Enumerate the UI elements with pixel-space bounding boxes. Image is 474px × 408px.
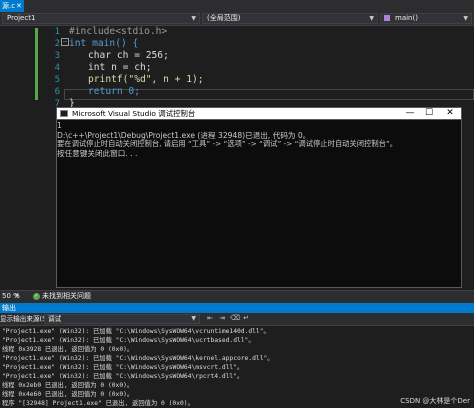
checkmark-icon: ✓ <box>33 293 40 300</box>
output-panel-title: 输出 <box>2 304 16 312</box>
close-tab-icon[interactable]: ✕ <box>16 0 22 12</box>
code-line: int n = ch; <box>88 62 152 73</box>
scope-label: (全局范围) <box>207 14 241 22</box>
output-line: "Project1.exe" (Win32): 已加载 "C:\Windows\… <box>2 328 270 335</box>
output-line: 线程 0x2eb0 已退出, 返回值为 0 (0x0)。 <box>2 382 134 389</box>
output-line: "Project1.exe" (Win32): 已加载 "C:\Windows\… <box>2 355 274 362</box>
line-number: 5 <box>54 75 60 85</box>
line-number: 1 <box>54 27 60 37</box>
function-dropdown[interactable]: main() ▼ <box>380 13 472 24</box>
code-line-text: int n = ch; <box>88 62 152 73</box>
output-line: "Project1.exe" (Win32): 已加载 "C:\Windows\… <box>2 373 244 380</box>
code-line-text: int main() { <box>69 38 139 49</box>
previous-message-icon[interactable]: ⇥ <box>218 315 226 322</box>
output-line: "Project1.exe" (Win32): 已加载 "C:\Windows\… <box>2 337 255 344</box>
collapse-icon[interactable]: − <box>61 38 69 46</box>
output-line: 程序 "[32948] Project1.exe" 已退出, 返回值为 0 (0… <box>2 400 194 407</box>
clear-all-icon[interactable]: ⌫ <box>230 315 240 322</box>
maximize-icon[interactable]: ☐ <box>421 107 437 120</box>
code-line: char ch = 256; <box>88 50 169 61</box>
output-line: 线程 0x4e60 已退出, 返回值为 0 (0x0)。 <box>2 391 134 398</box>
close-icon[interactable]: ✕ <box>442 107 458 120</box>
output-panel-header <box>0 303 474 313</box>
output-source-value: 调试 <box>48 315 62 323</box>
chevron-down-icon: ▼ <box>369 15 374 22</box>
document-tab-strip <box>0 0 474 12</box>
console-title: Microsoft Visual Studio 调试控制台 <box>72 109 196 118</box>
tab-label: 源.c <box>2 2 16 10</box>
code-line-text: printf("%d", n + 1); <box>88 74 204 85</box>
code-line-text: return 0; <box>88 86 140 97</box>
find-message-icon[interactable]: ⇤ <box>206 315 214 322</box>
project-label: Project1 <box>7 14 36 22</box>
output-line: 线程 0x3928 已退出, 返回值为 0 (0x0)。 <box>2 346 134 353</box>
minimize-icon[interactable]: — <box>402 107 418 120</box>
chevron-down-icon: ▼ <box>191 15 196 22</box>
chevron-down-icon: ▼ <box>463 15 468 22</box>
chevron-down-icon: ▼ <box>191 315 196 322</box>
line-number: 6 <box>54 87 60 97</box>
line-number: 3 <box>54 51 60 61</box>
console-line: 按任意键关闭此窗口. . . <box>57 149 138 158</box>
code-line: #include<stdio.h> <box>69 26 168 37</box>
code-line: return 0; <box>88 86 140 97</box>
chevron-down-icon[interactable]: ▼ <box>15 290 19 302</box>
code-line: printf("%d", n + 1); <box>88 74 204 85</box>
function-icon <box>384 15 390 21</box>
line-number: 4 <box>54 63 60 73</box>
code-line: int main() { <box>69 38 138 49</box>
project-dropdown[interactable]: Project1 ▼ <box>2 13 200 24</box>
output-line: "Project1.exe" (Win32): 已加载 "C:\Windows\… <box>2 364 244 371</box>
watermark: CSDN @大林是个Der <box>400 397 470 405</box>
issues-status[interactable]: 未找到相关问题 <box>42 290 91 302</box>
scope-dropdown[interactable]: (全局范围) ▼ <box>202 13 378 24</box>
console-app-icon <box>60 110 68 117</box>
console-line: 1 <box>57 121 62 130</box>
change-indicator-bar <box>35 28 38 100</box>
code-line-text: char ch = 256; <box>88 50 169 61</box>
line-number: 2 <box>54 39 60 49</box>
word-wrap-icon[interactable]: ↵ <box>242 315 250 322</box>
output-source-select[interactable]: 调试 ▼ <box>44 314 200 324</box>
